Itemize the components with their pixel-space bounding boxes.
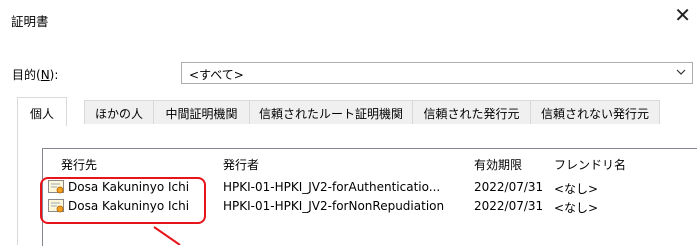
- column-header-friendly-name[interactable]: フレンドリ名: [554, 156, 626, 173]
- tab-other-people[interactable]: ほかの人: [84, 100, 154, 124]
- chevron-down-icon: [676, 69, 686, 75]
- purpose-label: 目的(N):: [12, 68, 59, 82]
- column-header-issued-to[interactable]: 発行先: [61, 156, 97, 173]
- column-header-issued-by[interactable]: 発行者: [223, 156, 259, 173]
- friendly-name-cell: <なし>: [554, 182, 599, 196]
- purpose-dropdown-value: <すべて>: [189, 68, 244, 82]
- issued-by-cell: HPKI-01-HPKI_JV2-forNonRepudiation: [223, 199, 445, 213]
- title-bar: 証明書 ✕: [0, 0, 697, 36]
- close-icon[interactable]: ✕: [674, 5, 691, 25]
- tab-untrusted-publishers[interactable]: 信頼されない発行元: [530, 100, 660, 124]
- friendly-name-cell: <なし>: [554, 201, 599, 215]
- purpose-dropdown[interactable]: <すべて>: [181, 62, 693, 84]
- column-header-expiration[interactable]: 有効期限: [474, 156, 522, 173]
- tab-intermediate-ca[interactable]: 中間証明機関: [153, 100, 250, 124]
- window-title: 証明書: [11, 14, 49, 29]
- tab-trusted-root-ca[interactable]: 信頼されたルート証明機関: [249, 100, 413, 124]
- expiration-cell: 2022/07/31: [474, 180, 544, 194]
- issued-by-cell: HPKI-01-HPKI_JV2-forAuthenticatio...: [223, 180, 441, 194]
- highlight-box: [40, 177, 206, 224]
- expiration-cell: 2022/07/31: [474, 199, 544, 213]
- callout-pointer: [153, 226, 181, 245]
- tab-personal[interactable]: 個人: [17, 97, 67, 126]
- tab-trusted-publishers[interactable]: 信頼された発行元: [412, 100, 531, 124]
